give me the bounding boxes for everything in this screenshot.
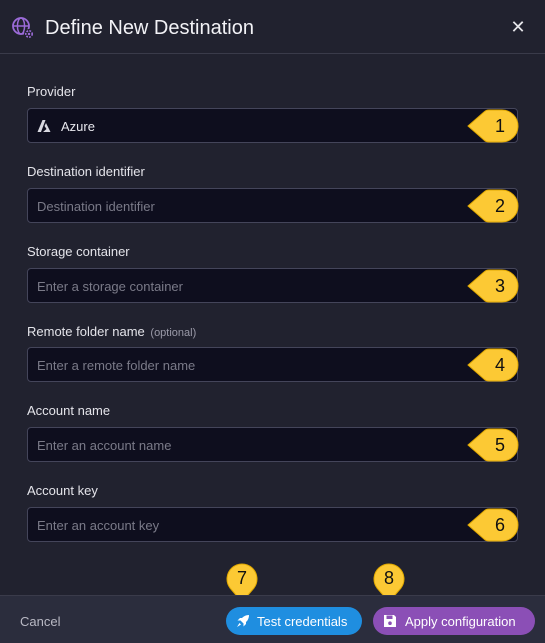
account-key-label: Account key [27,483,98,498]
apply-configuration-button[interactable]: Apply configuration [373,607,535,635]
dialog-body: Provider Azure Destination identifier De… [0,54,545,595]
provider-label: Provider [27,84,76,99]
dialog-footer: Cancel Test credentials Apply configurat… [0,595,545,643]
callout-1: 1 [466,109,520,143]
define-destination-dialog: Define New Destination ✕ Provider Azure … [0,0,545,643]
cancel-button[interactable]: Cancel [20,614,60,629]
provider-value: Azure [61,119,95,134]
remote-folder-name-label-text: Remote folder name [27,324,145,339]
dialog-header: Define New Destination ✕ [0,0,545,54]
storage-container-placeholder: Enter a storage container [37,279,183,294]
callout-4: 4 [466,348,520,382]
account-name-input[interactable]: Enter an account name [27,427,518,462]
callout-3: 3 [466,269,520,303]
destination-identifier-placeholder: Destination identifier [37,199,155,214]
account-key-input[interactable]: Enter an account key [27,507,518,542]
account-key-placeholder: Enter an account key [37,518,160,533]
storage-container-label: Storage container [27,244,130,259]
account-name-placeholder: Enter an account name [37,438,172,453]
test-credentials-button[interactable]: Test credentials [226,607,362,635]
callout-2: 2 [466,189,520,223]
provider-select[interactable]: Azure [27,108,518,143]
apply-configuration-label: Apply configuration [405,614,516,629]
remote-folder-name-placeholder: Enter a remote folder name [37,358,196,373]
storage-container-input[interactable]: Enter a storage container [27,268,518,303]
remote-folder-name-label: Remote folder name (optional) [27,324,196,339]
azure-icon [37,120,51,132]
destination-identifier-input[interactable]: Destination identifier [27,188,518,223]
optional-hint: (optional) [150,327,197,339]
callout-5: 5 [466,428,520,462]
rocket-icon [237,615,249,627]
account-name-label: Account name [27,403,111,418]
globe-gear-icon [12,17,34,39]
callout-6: 6 [466,508,520,542]
dialog-title: Define New Destination [45,17,254,39]
close-icon[interactable]: ✕ [508,17,528,37]
destination-identifier-label: Destination identifier [27,164,145,179]
test-credentials-label: Test credentials [257,614,348,629]
remote-folder-name-input[interactable]: Enter a remote folder name [27,347,518,382]
save-icon [384,615,396,627]
